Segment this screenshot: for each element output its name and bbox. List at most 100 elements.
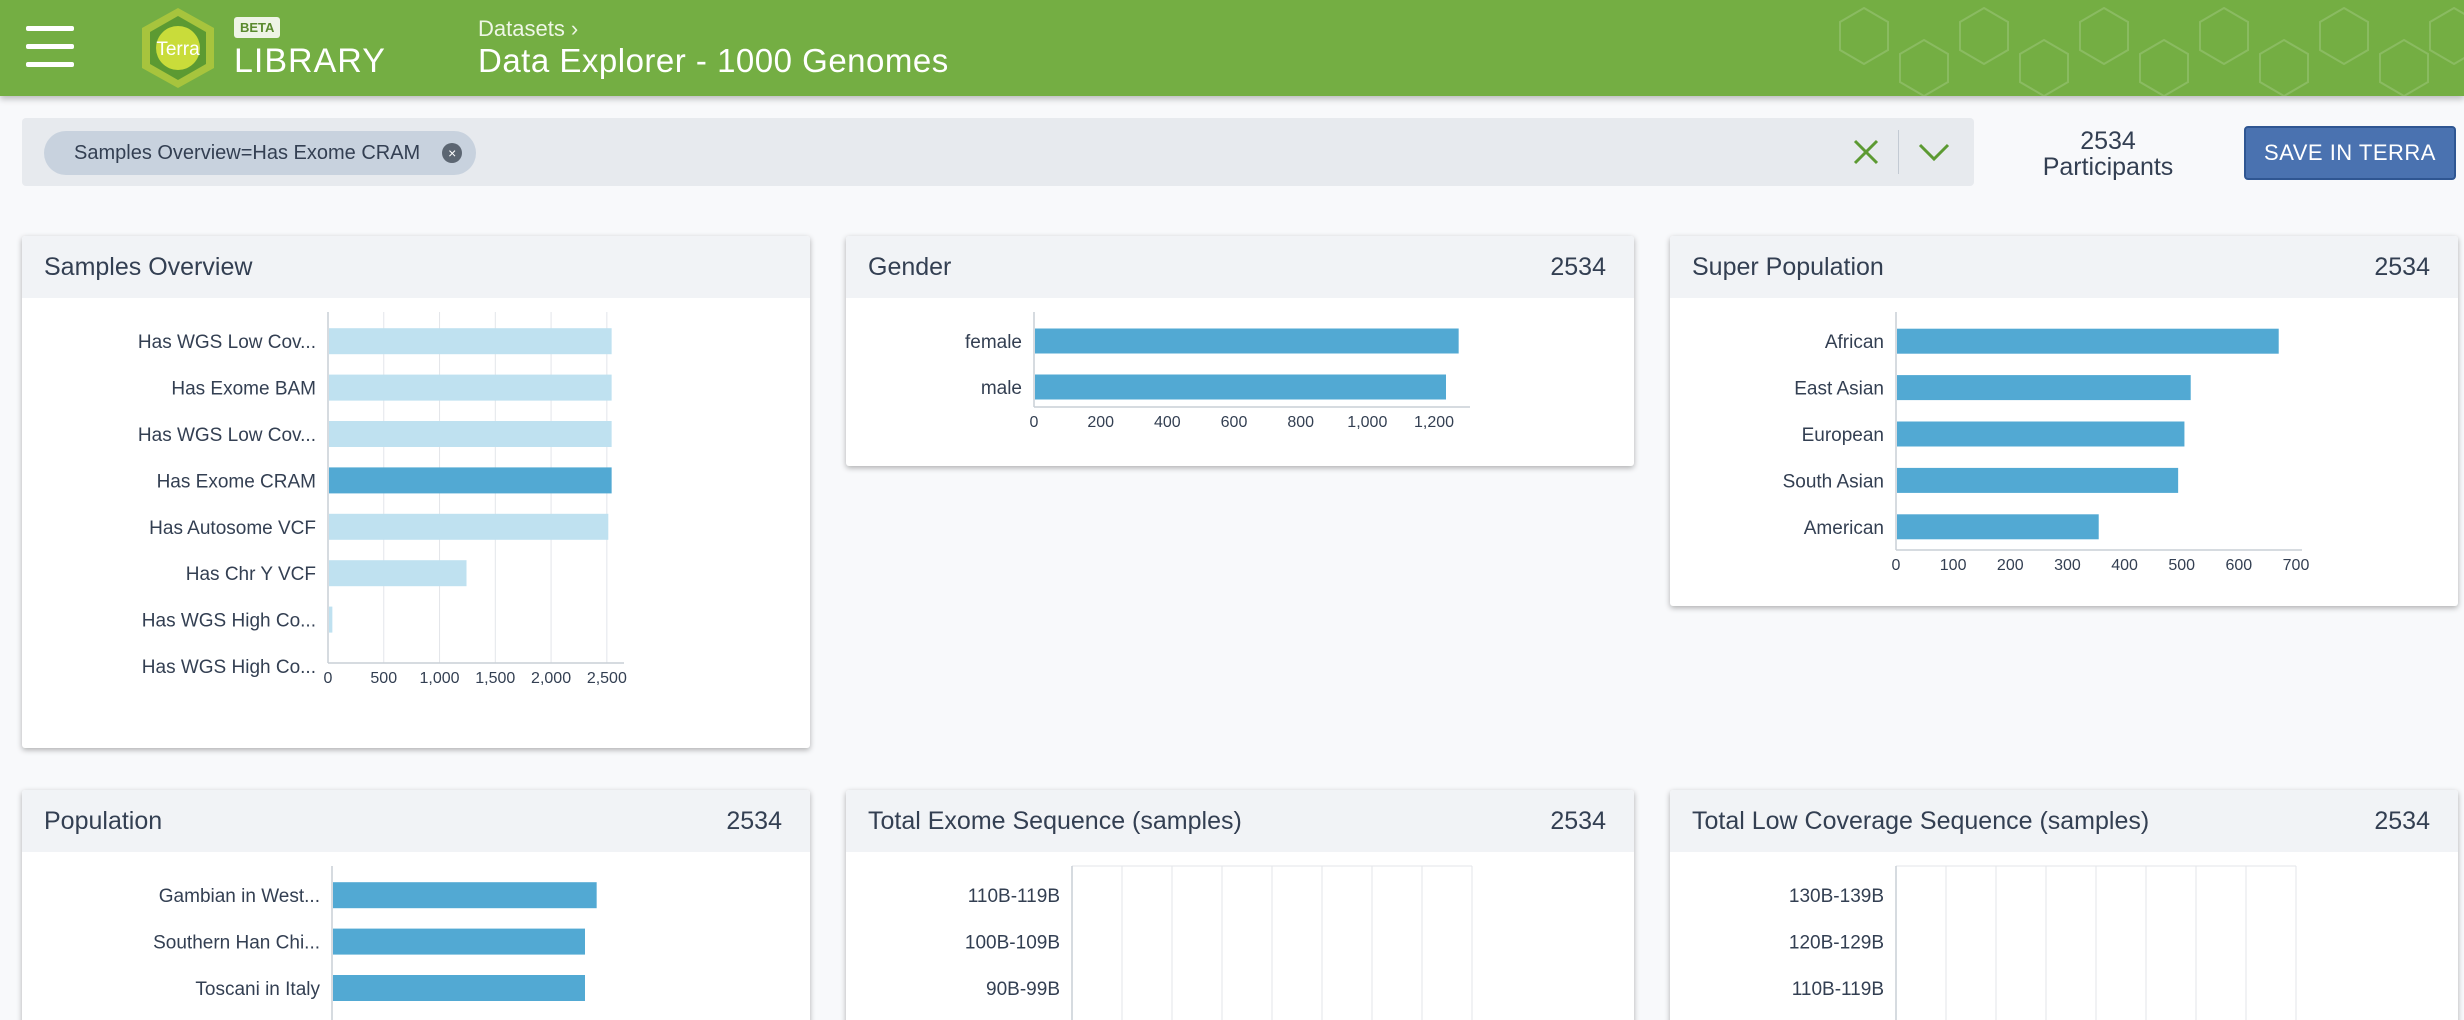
tick-label: 1,200 [1414,414,1454,431]
card-header: Samples Overview [22,236,810,298]
card-header: Super Population 2534 [1670,236,2458,298]
bar[interactable] [333,882,597,909]
bar[interactable] [329,467,612,494]
category-label: Gambian in West... [159,886,320,907]
category-label: 110B-119B [1792,979,1884,1000]
hex-pattern [1839,6,2464,96]
card-title: Super Population [1692,252,1884,281]
tick-label: 0 [1892,557,1901,574]
bar[interactable] [1897,421,2185,447]
gender-chart: female male 0 200 400 600 800 1,000 1,200 [965,312,1470,431]
bar[interactable] [329,374,612,401]
category-label: 100B-109B [965,933,1060,954]
tick-label: 700 [2283,557,2310,574]
tick-label: 500 [2168,557,2195,574]
bar[interactable] [1035,328,1459,354]
super-population-chart: African East Asian European South Asian Amer… [1783,312,2310,574]
category-label: Has WGS Low Cov... [138,332,316,353]
bar[interactable] [329,421,612,447]
category-label: female [965,332,1022,353]
bar[interactable] [329,513,609,540]
tick-label: 0 [324,670,333,687]
category-label: South Asian [1783,471,1884,492]
bar[interactable] [1897,375,2191,401]
total-low-coverage-sequence-chart: 130B-139B 120B-129B 110B-119B [1789,865,2297,1020]
card-count: 2534 [726,806,782,835]
bar[interactable] [1897,328,2279,354]
category-label: African [1825,332,1884,353]
card-super-population: Super Population 2534 African East Asian E… [1670,236,2458,606]
category-label: male [981,378,1022,399]
category-label: Southern Han Chi... [153,933,320,954]
category-label: 120B-129B [1789,933,1884,954]
population-chart: Gambian in West... Southern Han Chi... Tos… [153,866,597,1020]
tick-label: 400 [1154,414,1181,431]
tick-label: 2,500 [587,670,627,687]
tick-label: 1,500 [475,670,515,687]
category-label: 110B-119B [968,886,1060,907]
tick-label: 300 [2054,557,2081,574]
category-label: Has WGS High Co... [142,611,316,632]
category-label: Has WGS High Co... [142,657,316,678]
bar[interactable] [1897,467,2179,493]
filter-separator [1898,130,1899,174]
category-label: Has Chr Y VCF [186,564,316,585]
category-label: American [1804,518,1884,539]
tick-label: 1,000 [420,670,460,687]
card-total-exome-sequence: Total Exome Sequence (samples) 2534 110B… [846,790,1634,1020]
tick-label: 800 [1287,414,1314,431]
tick-label: 600 [2226,557,2253,574]
save-in-terra-button[interactable]: SAVE IN TERRA [2244,126,2456,180]
category-label: 90B-99B [986,979,1060,1000]
chip-remove-icon[interactable]: × [442,143,463,163]
tick-label: 100 [1940,557,1967,574]
card-header: Population 2534 [22,790,810,852]
breadcrumb[interactable]: Datasets › [478,16,578,42]
category-label: 130B-139B [1789,886,1884,907]
participant-count-value: 2534 [2080,127,2136,155]
category-label: European [1802,425,1884,446]
category-label: Has WGS Low Cov... [138,425,316,446]
library-label: LIBRARY [234,42,386,80]
menu-icon[interactable] [26,26,74,68]
top-bar: Terra BETA LIBRARY Datasets › Data Explo… [0,0,2464,96]
card-samples-overview: Samples Overview Has WGS Low Cov... Has E… [22,236,810,748]
total-exome-sequence-chart: 110B-119B 100B-109B 90B-99B [965,865,1473,1020]
clear-filters-icon[interactable] [1846,132,1886,172]
bar[interactable] [333,928,585,955]
category-label: Has Autosome VCF [149,518,316,539]
category-label: Has Exome CRAM [157,471,316,492]
tick-label: 200 [1997,557,2024,574]
card-header: Total Low Coverage Sequence (samples) 25… [1670,790,2458,852]
category-label: Has Exome BAM [171,379,316,400]
tick-label: 1,000 [1347,414,1387,431]
category-label: East Asian [1794,379,1884,400]
card-title: Population [44,806,163,835]
bar[interactable] [329,606,333,633]
bar[interactable] [1897,514,2099,540]
tick-label: 600 [1221,414,1248,431]
samples-overview-chart: Has WGS Low Cov... Has Exome BAM Has WGS L… [138,312,627,687]
card-header: Gender 2534 [846,236,1634,298]
card-title: Total Low Coverage Sequence (samples) [1692,806,2150,835]
bar[interactable] [1035,374,1446,400]
bar[interactable] [329,328,612,355]
page-title: Data Explorer - 1000 Genomes [478,42,949,79]
participant-count: 2534 Participants [2002,128,2214,180]
card-count: 2534 [2374,252,2430,281]
terra-logo[interactable]: Terra [138,6,218,90]
chevron-down-icon[interactable] [1914,132,1954,172]
card-title: Gender [868,252,952,281]
filter-chip-label: Samples Overview=Has Exome CRAM [74,142,421,164]
card-count: 2534 [1550,806,1606,835]
card-gender: Gender 2534 female male 0 200 400 600 800 1,000… [846,236,1634,466]
filter-bar[interactable]: Samples Overview=Has Exome CRAM × [22,118,1974,186]
card-count: 2534 [2374,806,2430,835]
filter-chip: Samples Overview=Has Exome CRAM × [44,131,477,175]
card-header: Total Exome Sequence (samples) 2534 [846,790,1634,852]
card-title: Samples Overview [44,252,253,281]
tick-label: 400 [2111,557,2138,574]
bar[interactable] [329,560,467,587]
bar[interactable] [333,975,585,1001]
tick-label: 500 [370,670,397,687]
